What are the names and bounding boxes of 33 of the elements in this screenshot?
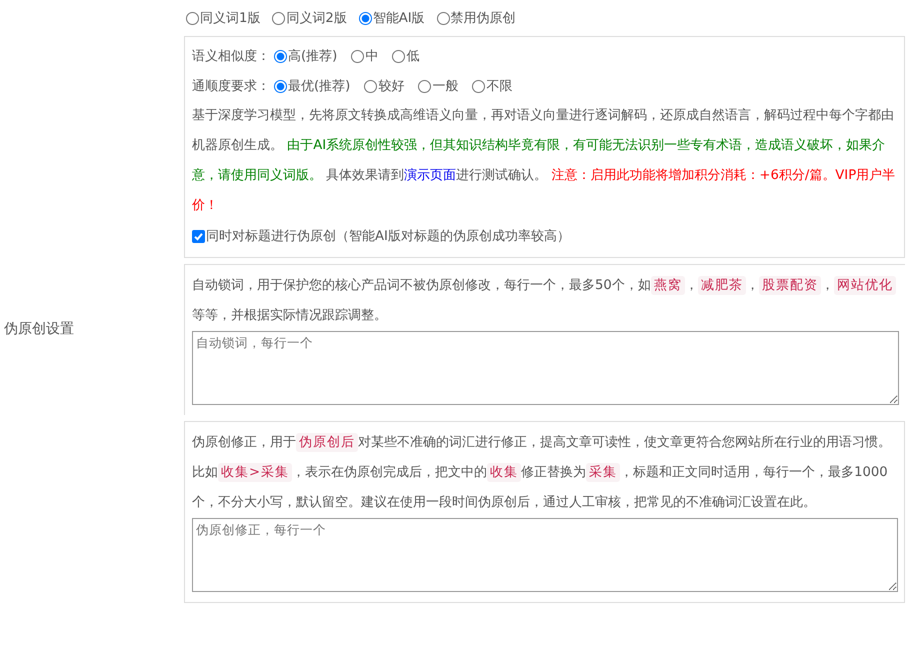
settings-label: 伪原创设置 bbox=[4, 320, 74, 338]
checkbox-label[interactable]: 同时对标题进行伪原创（智能AI版对标题的伪原创成功率较高） bbox=[206, 227, 570, 245]
option-label[interactable]: 禁用伪原创 bbox=[450, 9, 516, 27]
option-label[interactable]: 同义词1版 bbox=[200, 9, 260, 27]
radio-button[interactable] bbox=[274, 80, 287, 92]
option-label: 通顺度要求： bbox=[192, 78, 270, 95]
radio-button[interactable] bbox=[436, 12, 450, 24]
radio-button[interactable] bbox=[186, 12, 199, 24]
radio-button[interactable] bbox=[364, 80, 378, 92]
option-label[interactable]: 低 bbox=[406, 47, 420, 65]
auto-lock-description: 自动锁词，用于保护您的核心产品词不被伪原创修改，每行一个，最多50个，如 燕窝 ， 减肥茶 ， 股票配资 ， 网站优化 等等，并根据实际情况跟踪调整。 bbox=[192, 271, 899, 331]
option-label[interactable]: 高(推荐) bbox=[288, 47, 338, 65]
checkbox[interactable] bbox=[192, 230, 205, 242]
option-label[interactable]: 中 bbox=[365, 47, 378, 65]
option-label[interactable]: 同义词2版 bbox=[286, 9, 347, 27]
radio-button[interactable] bbox=[418, 80, 432, 92]
option-label[interactable]: 智能AI版 bbox=[372, 9, 425, 27]
option-label[interactable]: 较好 bbox=[378, 77, 404, 95]
radio-button[interactable] bbox=[274, 50, 287, 62]
demo-link[interactable]: 演示页面 bbox=[404, 168, 456, 183]
option-label: 语义相似度： bbox=[192, 48, 270, 65]
radio-button[interactable] bbox=[351, 50, 364, 62]
correction-description: 伪原创修正，用于 伪原创后 对某些不准确的词汇进行修正，提高文章可读性，使文章更符合您网站所在行业的用语习惯。比如 收集>采集 ，表示在伪原创完成后，把文中的 收集 修正替换为 采集 ，标题和正文同时适用，每行一个，最多1000个，不分大小写，默认留空。建议在使用一段时间伪原创后，通过人工审核，把常见的不准确词汇设置在此。 bbox=[192, 432, 892, 512]
radio-button[interactable] bbox=[392, 50, 406, 62]
radio-button[interactable] bbox=[358, 12, 372, 24]
description-paragraph: 基于深度学习模型，先将原文转换成高维语义向量，再对语义向量进行逐词解码，还原成自然语言，解码过程中每个字都由机器原创生成。 由于AI系统原创性较强，但其知识结构毕竟有限，有可能无法识别一些专有术语，造成语义破坏，如果介意，请使用同义词版。 具体效果请到演示页面进行测试确认。 注意：启用此功能将增加积分消耗：+6积分/篇。VIP用户半价！ bbox=[192, 107, 896, 215]
radio-button[interactable] bbox=[272, 12, 286, 24]
option-label[interactable]: 不限 bbox=[486, 77, 512, 95]
correction-field[interactable]: 伪原创修正，每行一个 bbox=[192, 518, 898, 592]
radio-button[interactable] bbox=[472, 80, 486, 92]
option-label[interactable]: 一般 bbox=[432, 77, 458, 95]
option-label[interactable]: 最优(推荐) bbox=[288, 77, 350, 95]
auto-lock-field[interactable]: 自动锁词，每行一个 bbox=[192, 331, 899, 405]
